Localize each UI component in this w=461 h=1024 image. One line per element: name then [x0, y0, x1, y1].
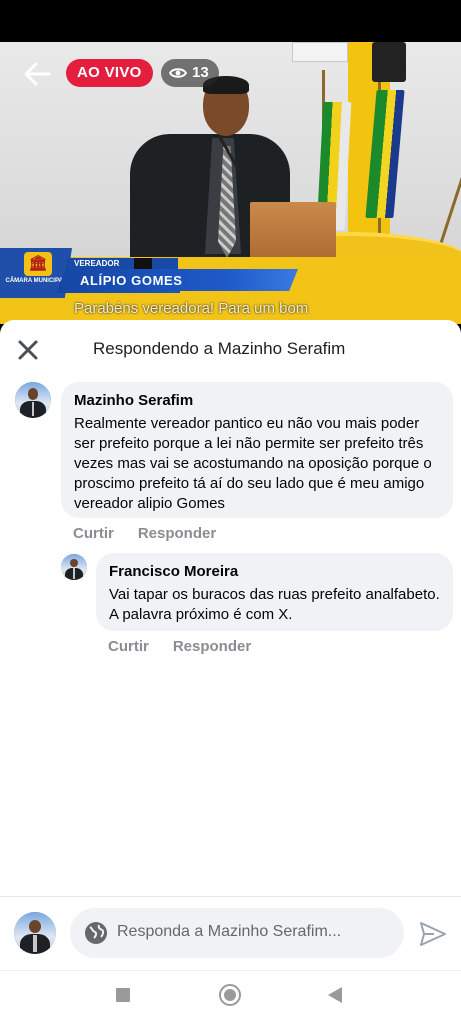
- sheet-title: Respondendo a Mazinho Serafim: [93, 339, 346, 358]
- close-icon[interactable]: [17, 339, 39, 361]
- comment-author[interactable]: Mazinho Serafim: [74, 391, 440, 411]
- like-button[interactable]: Curtir: [108, 638, 149, 655]
- avatar[interactable]: [61, 554, 87, 580]
- nav-home-icon[interactable]: [219, 984, 241, 1006]
- like-button[interactable]: Curtir: [73, 525, 114, 542]
- live-badge: AO VIVO: [66, 59, 153, 87]
- chamber-logo-mark: 🏛: [24, 252, 52, 276]
- live-video[interactable]: 🏛 CÂMARA MUNICIPAL VEREADOR ALÍPIO GOMES: [0, 42, 461, 324]
- comment-bubble: Francisco Moreira Vai tapar os buracos d…: [96, 553, 453, 631]
- reply-button[interactable]: Responder: [173, 638, 251, 655]
- my-avatar: [14, 912, 56, 954]
- avatar[interactable]: [15, 382, 51, 418]
- comment-text: Realmente vereador pantico eu não vou ma…: [74, 415, 432, 512]
- viewer-count-badge: 13: [161, 59, 219, 87]
- comment-actions: Curtir Responder: [73, 525, 216, 542]
- send-icon[interactable]: [418, 920, 448, 948]
- comment-actions: Curtir Responder: [108, 638, 251, 655]
- comment-bubble: Mazinho Serafim Realmente vereador panti…: [61, 382, 453, 518]
- background-comment: Parabéns vereadora! Para um bom: [74, 300, 309, 317]
- comment-text: Vai tapar os buracos das ruas prefeito a…: [109, 586, 440, 623]
- lower-third-name: ALÍPIO GOMES: [80, 273, 183, 288]
- viewer-count: 13: [192, 64, 209, 81]
- reply-input-placeholder: Responda a Mazinho Serafim...: [117, 923, 342, 940]
- globe-icon: [85, 922, 107, 944]
- eye-icon: [169, 68, 187, 78]
- reply-input[interactable]: Responda a Mazinho Serafim...: [70, 908, 404, 958]
- nav-recents-icon[interactable]: [116, 988, 130, 1002]
- sheet-header: Respondendo a Mazinho Serafim: [0, 320, 461, 378]
- speaker-box: [372, 42, 406, 82]
- comment-author[interactable]: Francisco Moreira: [109, 562, 440, 582]
- lower-third-role: VEREADOR: [66, 258, 178, 269]
- reply-button[interactable]: Responder: [138, 525, 216, 542]
- status-bar: [0, 0, 461, 42]
- air-conditioner: [292, 42, 348, 62]
- back-arrow-icon[interactable]: [22, 61, 52, 87]
- nav-back-icon[interactable]: [328, 987, 342, 1003]
- reply-sheet: Respondendo a Mazinho Serafim Mazinho Se…: [0, 320, 461, 1024]
